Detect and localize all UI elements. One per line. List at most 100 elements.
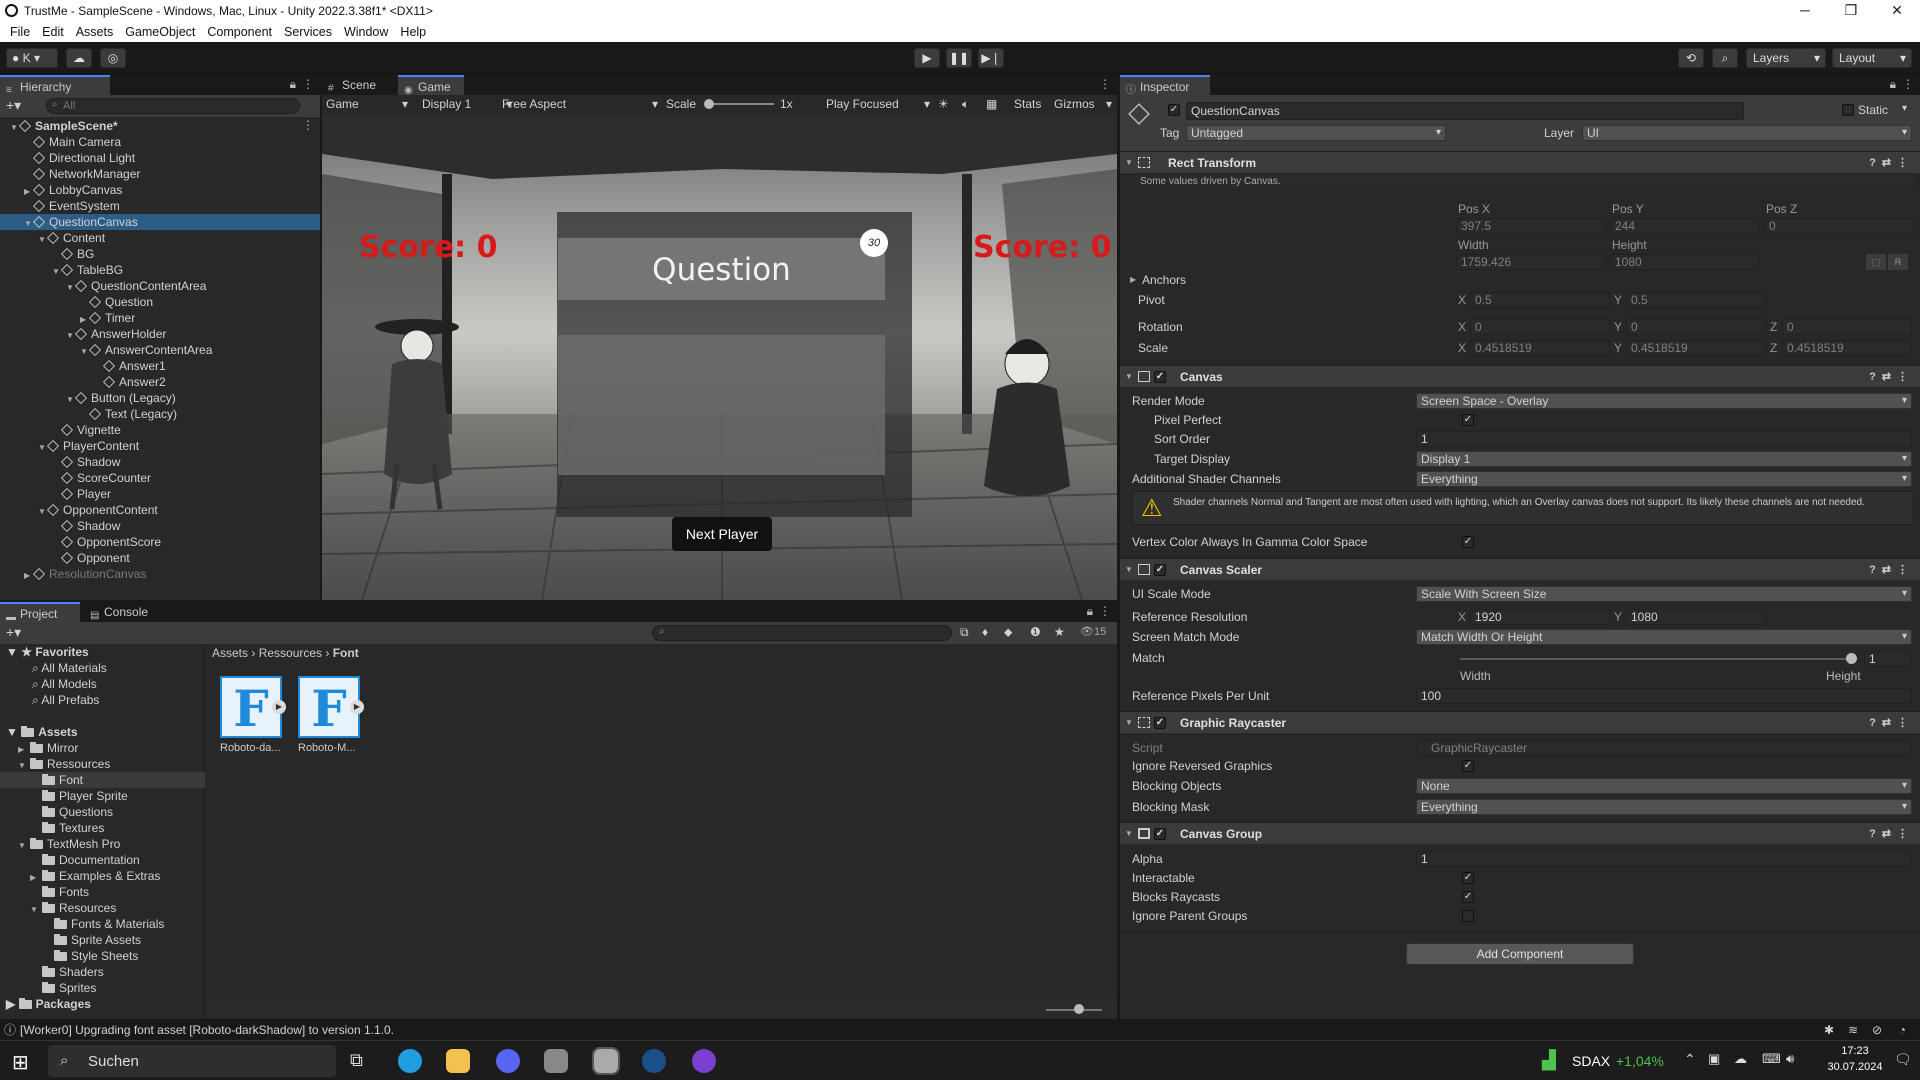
- project-folder-row[interactable]: Questions: [0, 804, 205, 820]
- tab-game[interactable]: ◉ Game: [398, 75, 464, 96]
- shader-channels-dropdown[interactable]: Everything: [1416, 471, 1912, 487]
- hierarchy-row[interactable]: ▶ LobbyCanvas: [0, 182, 320, 198]
- pos-x-field[interactable]: 397.5: [1456, 218, 1606, 234]
- hierarchy-row[interactable]: Question: [0, 294, 320, 310]
- unity-editor-icon[interactable]: [592, 1047, 620, 1075]
- breadcrumb-ressources[interactable]: Ressources: [259, 646, 322, 660]
- reference-y-field[interactable]: 1080: [1626, 609, 1766, 625]
- collab-icon[interactable]: ◎: [100, 48, 126, 68]
- favorite-all-models[interactable]: ⌕ All Models: [32, 676, 97, 692]
- chevron-right-icon[interactable]: ▶: [24, 568, 34, 584]
- menu-edit[interactable]: Edit: [36, 25, 70, 39]
- hierarchy-row[interactable]: ▶ ResolutionCanvas: [0, 566, 320, 582]
- project-folder-row[interactable]: ▼ TextMesh Pro: [0, 836, 205, 852]
- cache-icon[interactable]: ≋: [1848, 1020, 1858, 1040]
- canvas-enabled-checkbox[interactable]: ✓: [1154, 371, 1166, 383]
- project-folder-row[interactable]: ▶ Mirror: [0, 740, 205, 756]
- scale-y-field[interactable]: 0.4518519: [1626, 340, 1766, 356]
- hierarchy-row[interactable]: ▼ AnswerContentArea: [0, 342, 320, 358]
- lock-icon[interactable]: 🔒︎: [1087, 604, 1093, 619]
- blocking-mask-dropdown[interactable]: Everything: [1416, 799, 1912, 815]
- project-folder-row[interactable]: ▼ Ressources: [0, 756, 205, 772]
- hierarchy-row[interactable]: Shadow: [0, 518, 320, 534]
- menu-gameobject[interactable]: GameObject: [119, 25, 201, 39]
- filter-type-icon[interactable]: ⧉: [960, 625, 969, 640]
- graphic-raycaster-header[interactable]: ▼ ✓ Graphic Raycaster ?⇄⋮: [1120, 711, 1920, 733]
- project-search-input[interactable]: ⌕: [652, 625, 952, 641]
- raw-edit-button[interactable]: R: [1888, 254, 1908, 270]
- ppu-field[interactable]: 100: [1416, 688, 1912, 704]
- hierarchy-row[interactable]: OpponentScore: [0, 534, 320, 550]
- tag-dropdown[interactable]: Untagged ▾: [1186, 125, 1446, 141]
- rect-transform-header[interactable]: ▼ Rect Transform ?⇄⋮: [1120, 151, 1920, 173]
- favorite-all-prefabs[interactable]: ⌕ All Prefabs: [32, 692, 99, 708]
- play-focused-dropdown[interactable]: Play Focused ▾: [826, 95, 930, 114]
- render-mode-dropdown[interactable]: Screen Space - Overlay: [1416, 393, 1912, 409]
- layout-dropdown[interactable]: Layout ▾: [1832, 48, 1912, 68]
- match-slider-track[interactable]: [1460, 658, 1852, 660]
- onedrive-icon[interactable]: ☁: [1734, 1051, 1747, 1067]
- hierarchy-row[interactable]: ▼ QuestionCanvas: [0, 214, 320, 230]
- rotation-x-field[interactable]: 0: [1470, 319, 1610, 335]
- pivot-y-field[interactable]: 0.5: [1626, 292, 1766, 308]
- tab-inspector[interactable]: ⓘ Inspector: [1120, 75, 1210, 96]
- tab-hierarchy[interactable]: ≡ Hierarchy: [0, 75, 110, 96]
- hierarchy-row[interactable]: Answer1: [0, 358, 320, 374]
- layer-dropdown[interactable]: UI ▾: [1582, 125, 1912, 141]
- task-view-icon[interactable]: ⧉: [350, 1050, 363, 1071]
- hierarchy-row[interactable]: ▼ Content: [0, 230, 320, 246]
- notification-icon[interactable]: 🗨︎: [1894, 1051, 1912, 1068]
- tab-console[interactable]: ▤ Console: [84, 602, 164, 622]
- object-name-field[interactable]: QuestionCanvas: [1186, 102, 1744, 120]
- hierarchy-row[interactable]: ▼ OpponentContent: [0, 502, 320, 518]
- cloud-icon[interactable]: ☁: [66, 48, 92, 68]
- expand-icon[interactable]: ▶: [350, 700, 364, 714]
- favorite-all-materials[interactable]: ⌕ All Materials: [32, 660, 107, 676]
- pixel-perfect-checkbox[interactable]: ✓: [1462, 414, 1474, 426]
- favorites-header[interactable]: ▼ ★ Favorites: [6, 644, 89, 660]
- project-folder-row[interactable]: Sprites: [0, 980, 205, 996]
- assets-header[interactable]: ▼ Assets: [6, 724, 78, 740]
- height-field[interactable]: 1080: [1610, 254, 1760, 270]
- frame-debug-icon[interactable]: ☀: [938, 95, 949, 114]
- rotation-y-field[interactable]: 0: [1626, 319, 1766, 335]
- add-icon[interactable]: +▾: [6, 97, 21, 114]
- ui-scale-mode-dropdown[interactable]: Scale With Screen Size: [1416, 586, 1912, 602]
- info-icon[interactable]: ❶: [1030, 625, 1041, 639]
- tab-scene[interactable]: # Scene: [322, 75, 388, 95]
- canvas-header[interactable]: ▼ ✓ Canvas ?⇄⋮: [1120, 365, 1920, 387]
- active-checkbox[interactable]: ✓: [1168, 104, 1180, 116]
- tray-app-icon[interactable]: ▣: [1708, 1051, 1720, 1067]
- hierarchy-row[interactable]: Main Camera: [0, 134, 320, 150]
- discord-icon[interactable]: [496, 1049, 520, 1073]
- pos-z-field[interactable]: 0: [1764, 218, 1914, 234]
- hierarchy-search-input[interactable]: [46, 98, 300, 114]
- interactable-checkbox[interactable]: ✓: [1462, 872, 1474, 884]
- lock-icon[interactable]: 🔒︎: [290, 77, 296, 92]
- component-menu-icons[interactable]: ?⇄⋮: [1869, 366, 1914, 388]
- breadcrumb-assets[interactable]: Assets: [212, 646, 248, 660]
- hierarchy-row[interactable]: Directional Light: [0, 150, 320, 166]
- star-icon[interactable]: ★: [1054, 625, 1065, 639]
- component-menu-icons[interactable]: ?⇄⋮: [1869, 559, 1914, 581]
- game-mode-dropdown[interactable]: Game ▾: [326, 95, 412, 114]
- canvas-group-enabled-checkbox[interactable]: ✓: [1154, 828, 1166, 840]
- breadcrumb-font[interactable]: Font: [333, 646, 359, 660]
- hierarchy-row[interactable]: ScoreCounter: [0, 470, 320, 486]
- menu-assets[interactable]: Assets: [70, 25, 120, 39]
- debug-icon[interactable]: ✱: [1824, 1020, 1834, 1040]
- stats-button[interactable]: Stats: [1014, 95, 1041, 114]
- ignore-parent-checkbox[interactable]: [1462, 910, 1474, 922]
- hierarchy-row[interactable]: ▼ SampleScene*: [0, 118, 320, 134]
- clock-date[interactable]: 30.07.2024: [1820, 1061, 1890, 1073]
- ignore-reversed-checkbox[interactable]: ✓: [1462, 760, 1474, 772]
- project-folder-row[interactable]: Textures: [0, 820, 205, 836]
- github-desktop-icon[interactable]: [692, 1049, 716, 1073]
- hierarchy-row[interactable]: ▼ Button (Legacy): [0, 390, 320, 406]
- taskbar-search[interactable]: ⌕ Suchen: [48, 1045, 336, 1077]
- screen-match-mode-dropdown[interactable]: Match Width Or Height: [1416, 629, 1912, 645]
- blueprint-icon[interactable]: ⬚: [1866, 254, 1886, 270]
- layers-dropdown[interactable]: Layers ▾: [1746, 48, 1826, 68]
- match-slider-handle[interactable]: [1846, 653, 1857, 664]
- clock-time[interactable]: 17:23: [1820, 1045, 1890, 1057]
